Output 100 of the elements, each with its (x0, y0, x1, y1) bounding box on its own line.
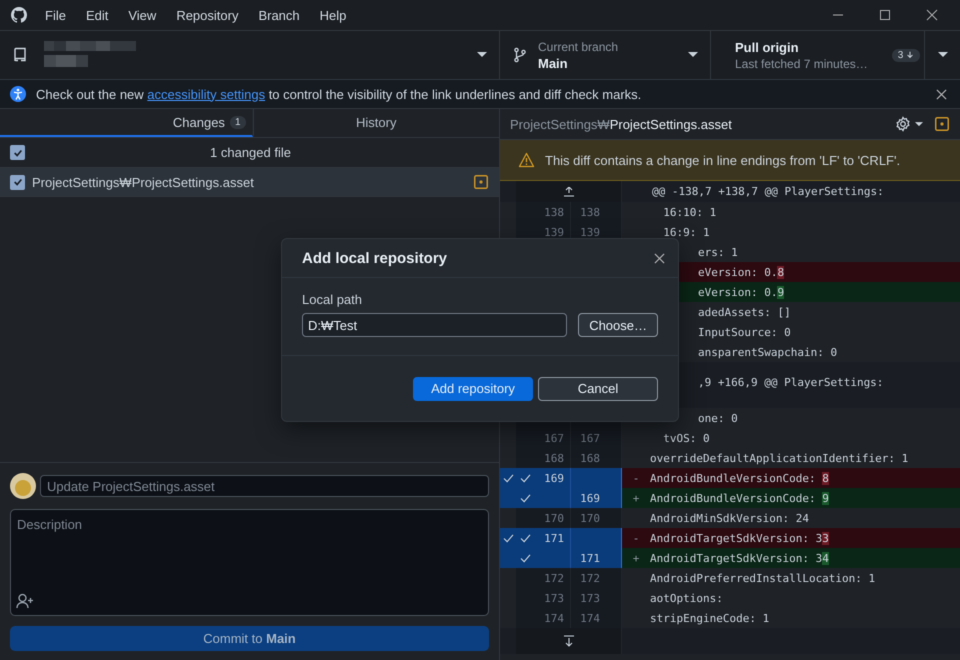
repository-icon (12, 47, 28, 63)
check-icon (520, 534, 530, 542)
code-line: AndroidTargetSdkVersion: 34 (650, 552, 829, 564)
toolbar-caption: Current branch (538, 40, 618, 54)
tab[interactable]: History (252, 109, 499, 137)
diff-sign: - (632, 532, 640, 544)
code-line: overrideDefaultApplicationIdentifier: 1 (650, 452, 908, 464)
caret-icon[interactable] (477, 52, 487, 58)
line-number: 138 (579, 204, 601, 220)
modified-icon (935, 117, 949, 131)
count-badge: 3 (892, 48, 920, 62)
code-line: aotOptions: (650, 592, 723, 604)
code-line: eVersion: 0.9 (698, 286, 784, 298)
menu-item[interactable]: Branch (251, 8, 312, 22)
warning-icon (518, 152, 535, 168)
changed-files-count: 1 changed file (210, 145, 292, 160)
caret-icon[interactable] (915, 122, 923, 126)
code-line: AndroidTargetSdkVersion: 33 (650, 532, 829, 544)
code-line: adedAssets: [] (698, 306, 791, 318)
accessibility-icon (10, 86, 26, 102)
add-repository-button[interactable]: Add repository (413, 376, 533, 400)
check-icon (502, 534, 514, 542)
field-label: Local path (302, 292, 363, 307)
pull-title[interactable]: Pull origin (735, 40, 868, 54)
line-number: 168 (579, 450, 601, 466)
diff-line[interactable]: 170 170 AndroidMinSdkVersion: 24 (500, 508, 960, 528)
line-number: 167 (579, 430, 601, 446)
code-line: one: 0 (698, 412, 738, 424)
accessibility-settings-link[interactable]: accessibility settings (147, 86, 266, 102)
check-icon (520, 474, 530, 482)
menu-item[interactable]: File (45, 8, 78, 22)
modified-icon (474, 175, 488, 189)
code-line: AndroidMinSdkVersion: 24 (650, 512, 809, 524)
line-number: 170 (579, 510, 601, 526)
menu-item[interactable]: Help (312, 8, 358, 22)
hunk-header: ,9 +166,9 @@ PlayerSettings: (698, 375, 884, 389)
menu-item[interactable]: Repository (169, 8, 250, 22)
code-line: InputSource: 0 (698, 326, 791, 338)
file-row[interactable]: ProjectSettings₩ProjectSettings.asset (0, 168, 499, 197)
code-line: 16:9: 1 (662, 226, 710, 238)
count-badge: 1 (230, 116, 246, 128)
maximize-icon[interactable] (879, 9, 891, 21)
close-icon[interactable] (926, 9, 938, 21)
caret-icon[interactable] (938, 52, 948, 58)
line-number: 139 (579, 224, 601, 240)
code-line: tvOS: 0 (662, 432, 710, 444)
local-path-field[interactable]: D:₩Test (302, 313, 568, 337)
check-icon (502, 474, 514, 482)
tab[interactable]: Changes 1 (0, 109, 252, 137)
code-line: stripEngineCode: 1 (650, 612, 770, 624)
choose-button[interactable]: Choose… (578, 313, 658, 337)
code-line: AndroidBundleVersionCode: 9 (650, 492, 829, 504)
branch-icon (512, 47, 528, 63)
file-path: ProjectSettings₩ProjectSettings.asset (510, 116, 732, 132)
close-icon[interactable] (936, 88, 947, 100)
diff-sign: + (632, 492, 640, 504)
dialog-title: Add local repository (302, 250, 448, 266)
code-line: 16:10: 1 (662, 206, 716, 218)
diff-sign: + (632, 552, 640, 564)
caret-icon[interactable] (688, 52, 698, 58)
diff-line[interactable]: 173 173 aotOptions: (500, 588, 960, 608)
close-icon[interactable] (654, 252, 665, 264)
avatar (10, 473, 36, 499)
last-fetched-text: Last fetched 7 minutes… (735, 56, 868, 70)
checkbox[interactable] (10, 145, 25, 160)
menu-item[interactable]: View (121, 8, 168, 22)
check-icon (520, 554, 530, 562)
code-line: eVersion: 0.8 (698, 266, 784, 278)
description-field[interactable]: Description (10, 509, 489, 616)
add-person-icon[interactable] (16, 593, 34, 609)
file-path: ProjectSettings₩ProjectSettings.asset (32, 174, 254, 190)
branch-name[interactable]: Main (538, 56, 618, 70)
line-number: 172 (579, 570, 601, 586)
code-line: ansparentSwapchain: 0 (698, 346, 838, 358)
line-number: 171 (579, 550, 601, 566)
summary-field[interactable]: Update ProjectSettings.asset (40, 475, 489, 497)
checkmark-icon (12, 177, 22, 187)
warning-message: This diff contains a change in line endings from 'LF' to 'CRLF'. (545, 152, 900, 168)
checkbox[interactable] (10, 174, 25, 190)
settings-icon[interactable] (895, 116, 911, 132)
diff-line[interactable]: 172 172 AndroidPreferredInstallLocation: 1 (500, 568, 960, 588)
hunk-header: @@ -138,7 +138,7 @@ PlayerSettings: (651, 185, 884, 198)
expand-up-icon[interactable] (562, 186, 574, 196)
diff-line[interactable]: 168 168 overrideDefaultApplicationIdentifier: 1 (500, 448, 960, 468)
check-icon (520, 494, 530, 502)
banner-message: Check out the new accessibility settings to control the visibility of the link underlines and diff check marks. (36, 86, 642, 102)
diff-line[interactable]: 138 138 16:10: 1 (500, 202, 960, 222)
cancel-button[interactable]: Cancel (538, 376, 658, 400)
line-number: 174 (579, 610, 601, 626)
code-line: AndroidBundleVersionCode: 8 (650, 472, 829, 484)
line-number: 169 (579, 490, 601, 506)
diff-line[interactable]: 174 174 stripEngineCode: 1 (500, 608, 960, 628)
diff-line[interactable]: 167 167 tvOS: 0 (500, 428, 960, 448)
checkmark-icon (12, 148, 22, 158)
code-line: ers: 1 (698, 246, 738, 258)
commit-button[interactable]: Commit to Main (10, 626, 489, 651)
expand-down-icon[interactable] (562, 635, 574, 647)
menu-item[interactable]: Edit (78, 8, 120, 22)
code-line: AndroidPreferredInstallLocation: 1 (650, 572, 876, 584)
octocat-logo-icon (11, 7, 27, 23)
